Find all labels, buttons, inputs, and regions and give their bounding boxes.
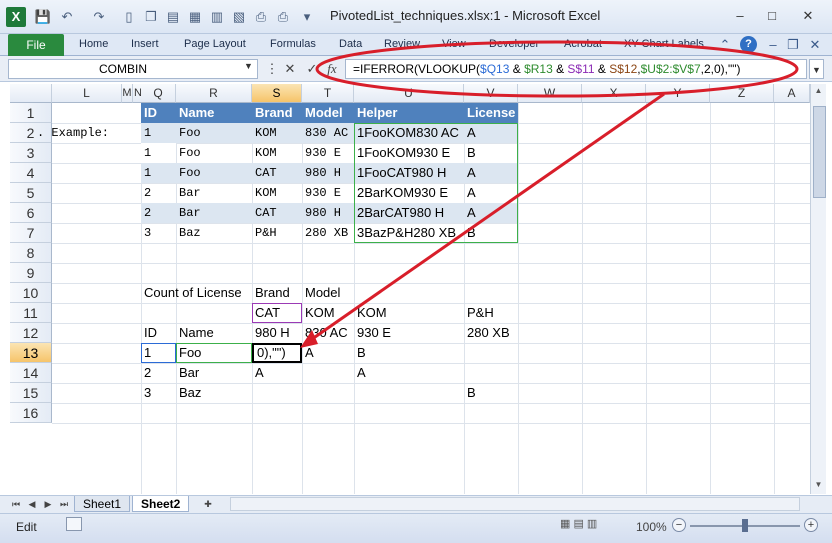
sheet-tab-sheet1[interactable]: Sheet1 bbox=[74, 496, 131, 512]
next-sheet-arrow-icon[interactable]: ▶ bbox=[42, 497, 54, 511]
last-sheet-arrow-icon[interactable]: ⏭ bbox=[58, 497, 70, 511]
zoom-in-icon[interactable]: + bbox=[804, 518, 818, 532]
annotation-arrow-head bbox=[300, 330, 318, 348]
zoom-level[interactable]: 100% bbox=[636, 520, 667, 534]
annotation-overlay bbox=[300, 40, 799, 348]
view-buttons[interactable]: ▦ ▤ ▥ bbox=[560, 517, 620, 533]
insert-sheet-icon[interactable]: ✚ bbox=[200, 497, 216, 511]
first-sheet-arrow-icon[interactable]: ⏮ bbox=[10, 497, 22, 511]
horizontal-scrollbar[interactable] bbox=[230, 497, 800, 511]
status-bar bbox=[0, 513, 832, 543]
sheet-tab-sheet2[interactable]: Sheet2 bbox=[132, 496, 190, 512]
annotation-arrow-line bbox=[304, 92, 665, 346]
zoom-slider-thumb[interactable] bbox=[742, 519, 748, 532]
zoom-out-icon[interactable]: − bbox=[672, 518, 686, 532]
status-mode: Edit bbox=[16, 520, 37, 534]
formula-highlight-ellipse bbox=[315, 40, 799, 98]
macro-record-icon[interactable] bbox=[66, 517, 82, 531]
prev-sheet-arrow-icon[interactable]: ◀ bbox=[26, 497, 38, 511]
